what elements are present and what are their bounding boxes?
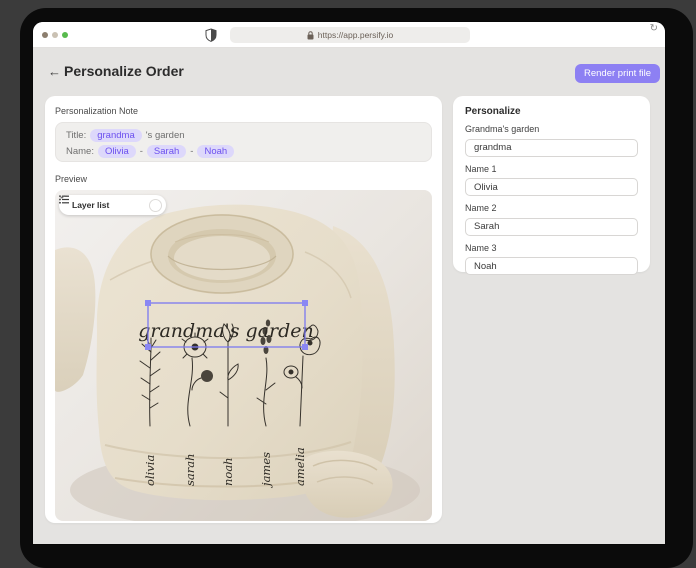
flower-name-text: amelia [293, 447, 307, 486]
layer-list-dropdown[interactable]: Layer list [59, 195, 166, 215]
app-page: ← Personalize Order Render print file Pe… [33, 48, 665, 544]
name-3-input[interactable] [465, 257, 638, 275]
page-title: Personalize Order [64, 63, 184, 79]
chevron-down-icon[interactable] [59, 195, 162, 212]
layer-list-label: Layer list [72, 200, 110, 210]
privacy-shield-icon[interactable] [205, 28, 217, 42]
field-label-name-3: Name 3 [465, 242, 497, 253]
flower-name-text: sarah [183, 453, 197, 486]
selection-handle [302, 300, 308, 306]
window-minimize-button[interactable] [52, 32, 58, 38]
preview-label: Preview [55, 174, 88, 184]
personalization-note-label: Personalization Note [55, 106, 139, 116]
selection-handle [145, 344, 151, 350]
field-group: Name 2 [465, 203, 638, 236]
note-box: Title: grandma 's garden Name: Olivia - … [55, 122, 432, 162]
field-label-name-2: Name 2 [465, 203, 497, 213]
window-zoom-button[interactable] [62, 32, 68, 38]
field-group: Name 3 [465, 242, 638, 275]
field-group: Name 1 [465, 163, 638, 196]
field-group: Grandma's garden [465, 124, 638, 157]
note-name-row: Name: Olivia - Sarah - Noah [66, 143, 421, 159]
grandmas-garden-input[interactable] [465, 138, 638, 157]
back-button[interactable]: ← [48, 64, 61, 79]
note-title-row: Title: grandma 's garden [66, 127, 421, 143]
lock-icon [307, 30, 314, 40]
name-chip: Sarah [146, 144, 187, 158]
note-title-suffix: 's garden [145, 129, 185, 141]
browser-toolbar: https://app.persify.io ↻ [33, 22, 665, 48]
note-name-label: Name: [66, 145, 94, 157]
field-label-name-1: Name 1 [465, 163, 497, 174]
selection-handle [302, 344, 308, 350]
window-close-button[interactable] [42, 32, 48, 38]
chip-separator: - [139, 145, 143, 157]
title-chip: grandma [90, 128, 142, 142]
selection-handle [145, 300, 151, 306]
sweatshirt-mockup: grandma's garden olivia sarah noah james… [55, 204, 420, 521]
name-chip: Noah [197, 144, 235, 158]
flower-name-text: james [259, 452, 273, 489]
render-print-file-button[interactable]: Render print file [575, 64, 661, 83]
chip-separator: - [190, 145, 194, 157]
preview-canvas[interactable]: Layer list grandma's garden olivia sarah… [55, 190, 432, 521]
browser-window: https://app.persify.io ↻ ← Personalize O… [33, 22, 665, 544]
field-label-grandmas-garden: Grandma's garden [465, 124, 540, 134]
name-chip: Olivia [97, 144, 136, 158]
name-1-input[interactable] [465, 178, 638, 196]
flower-name-text: noah [221, 457, 235, 486]
name-2-input[interactable] [465, 217, 638, 236]
design-title-text[interactable]: grandma's garden [138, 320, 314, 342]
refresh-icon[interactable]: ↻ [650, 23, 658, 34]
url-text: https://app.persify.io [317, 30, 394, 40]
flower-name-text: olivia [143, 455, 157, 486]
note-title-label: Title: [66, 129, 87, 141]
personalize-panel: Personalize Grandma's garden Name 1 Name… [453, 96, 650, 275]
address-bar[interactable]: https://app.persify.io [230, 27, 470, 43]
personalize-panel-title: Personalize [465, 106, 521, 117]
personalization-note-card: Personalization Note Title: grandma 's g… [45, 96, 442, 523]
